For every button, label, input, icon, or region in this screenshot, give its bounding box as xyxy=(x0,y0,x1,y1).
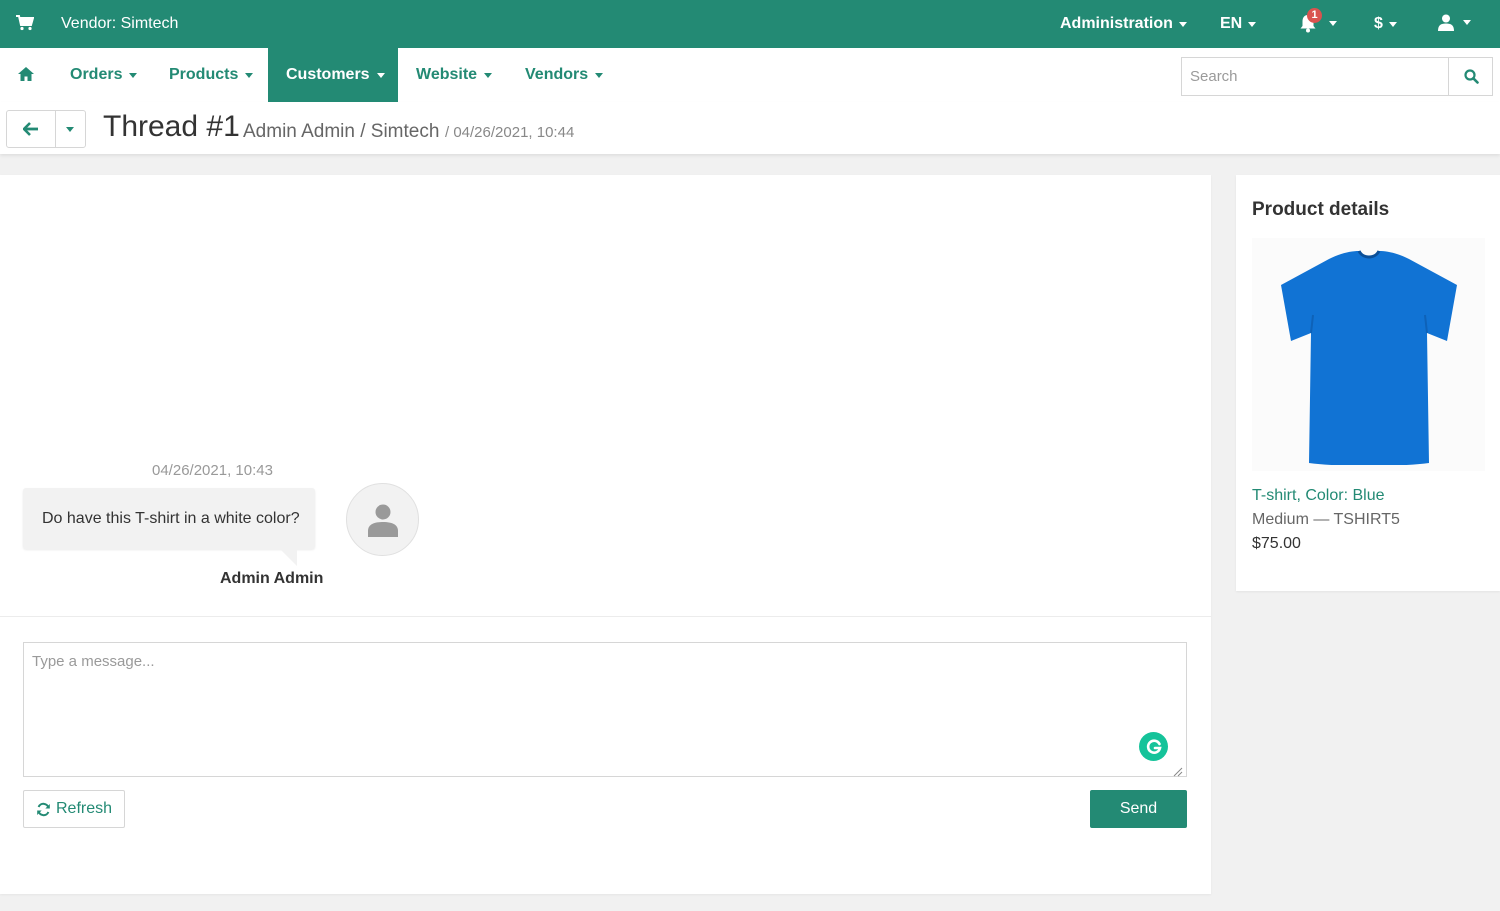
back-button-group xyxy=(6,110,86,148)
message-composer xyxy=(23,642,1187,777)
chevron-down-icon xyxy=(1248,21,1257,27)
nav-orders[interactable]: Orders xyxy=(52,48,155,102)
nav-products-label: Products xyxy=(169,66,239,83)
user-menu[interactable] xyxy=(1438,14,1471,31)
nav-website-label: Website xyxy=(416,66,478,83)
product-price: $75.00 xyxy=(1252,535,1301,552)
chevron-down-icon xyxy=(245,72,254,78)
product-image[interactable] xyxy=(1252,238,1485,471)
chat-panel: 04/26/2021, 10:43 Do have this T-shirt i… xyxy=(0,175,1211,894)
product-variant: Medium — TSHIRT5 xyxy=(1252,511,1400,528)
user-icon xyxy=(367,504,398,537)
chevron-down-icon xyxy=(1463,20,1471,25)
nav-customers-label: Customers xyxy=(286,66,370,83)
divider xyxy=(0,616,1211,617)
vendor-label[interactable]: Vendor: Simtech xyxy=(61,15,178,33)
thread-participants: Admin Admin / Simtech xyxy=(243,121,440,142)
avatar xyxy=(346,483,419,556)
chevron-down-icon xyxy=(595,72,604,78)
product-details-panel: Product details T-shirt, Color: Blue Med… xyxy=(1236,175,1500,591)
search-box xyxy=(1181,57,1493,96)
product-details-title: Product details xyxy=(1252,199,1390,220)
tshirt-image xyxy=(1280,249,1457,465)
page-title: Thread #1 xyxy=(103,110,240,143)
chevron-down-icon xyxy=(1178,21,1187,27)
back-dropdown-toggle[interactable] xyxy=(55,111,85,147)
currency-menu[interactable]: $ xyxy=(1374,15,1397,33)
refresh-icon xyxy=(37,802,50,816)
chevron-down-icon xyxy=(129,72,138,78)
resize-handle-icon[interactable] xyxy=(1173,764,1183,782)
message-date: 04/26/2021, 10:43 xyxy=(152,462,273,479)
chevron-down-icon xyxy=(66,126,74,132)
language-label: EN xyxy=(1220,15,1243,32)
message-bubble: Do have this T-shirt in a white color? xyxy=(23,488,315,549)
message-input[interactable] xyxy=(24,643,1186,776)
notification-badge: 1 xyxy=(1307,8,1322,23)
message-text: Do have this T-shirt in a white color? xyxy=(42,509,300,527)
message-bubble-tail xyxy=(280,549,297,566)
nav-orders-label: Orders xyxy=(70,66,123,83)
administration-label: Administration xyxy=(1060,15,1173,32)
back-button[interactable] xyxy=(7,111,56,147)
currency-label: $ xyxy=(1374,15,1383,32)
user-icon xyxy=(1438,14,1454,31)
nav-customers[interactable]: Customers xyxy=(268,48,398,102)
nav-vendors-label: Vendors xyxy=(525,66,589,83)
search-button[interactable] xyxy=(1448,58,1493,95)
home-icon[interactable] xyxy=(17,66,35,87)
thread-header: Thread #1 Admin Admin / Simtech / 04/26/… xyxy=(0,102,1500,154)
top-bar: Vendor: Simtech Administration EN 1 $ xyxy=(0,0,1500,48)
thread-date: / 04/26/2021, 10:44 xyxy=(445,124,575,141)
chevron-down-icon xyxy=(1329,21,1337,26)
administration-menu[interactable]: Administration xyxy=(1060,15,1187,33)
refresh-button[interactable]: Refresh xyxy=(23,790,125,828)
chevron-down-icon xyxy=(484,72,493,78)
chevron-down-icon xyxy=(376,72,385,78)
arrow-left-icon xyxy=(23,122,38,136)
nav-website[interactable]: Website xyxy=(398,48,510,102)
message-author: Admin Admin xyxy=(220,570,324,587)
search-input[interactable] xyxy=(1182,58,1448,95)
product-name-link[interactable]: T-shirt, Color: Blue xyxy=(1252,487,1384,505)
chevron-down-icon xyxy=(1388,21,1397,27)
nav-vendors[interactable]: Vendors xyxy=(507,48,621,102)
nav-products[interactable]: Products xyxy=(151,48,271,102)
refresh-label: Refresh xyxy=(55,800,113,817)
shopping-cart-icon[interactable] xyxy=(16,15,35,36)
send-button[interactable]: Send xyxy=(1090,790,1187,828)
grammarly-icon[interactable] xyxy=(1139,732,1168,761)
language-menu[interactable]: EN xyxy=(1220,15,1257,33)
search-icon xyxy=(1463,69,1479,84)
